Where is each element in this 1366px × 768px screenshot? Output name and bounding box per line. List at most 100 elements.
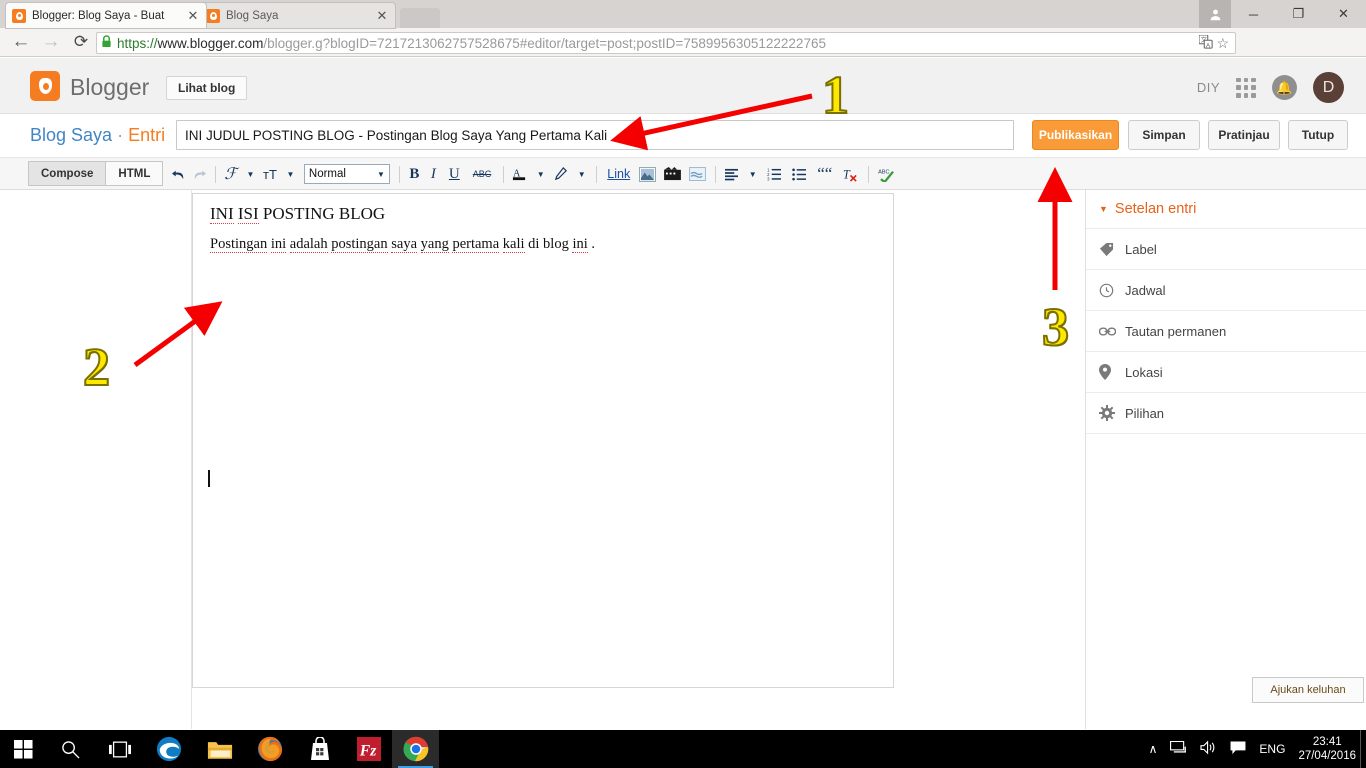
paragraph-format-value: Normal [308,168,346,180]
show-desktop-button[interactable] [1360,730,1366,768]
italic-button[interactable]: I [424,158,443,190]
language-indicator[interactable]: ENG [1259,742,1285,756]
close-icon[interactable]: ✕ [186,9,200,22]
brand-name: Blogger [70,74,150,100]
redo-icon[interactable] [189,158,210,190]
task-view-icon[interactable] [96,730,143,768]
clock-date: 27/04/2016 [1298,750,1356,762]
browser-tab-strip: Blogger: Blog Saya - Buat ✕ Blog Saya ✕ … [0,0,1366,28]
svg-text:3: 3 [767,176,770,180]
new-tab-button[interactable] [400,8,440,28]
remove-formatting-icon[interactable]: T [837,158,863,190]
link-button[interactable]: Link [602,158,635,190]
formatting-tools: ℱ ▼ ᴛT ▼ Normal ▼ B I U ABC A ▼ ▼ Link ▼… [168,158,899,190]
back-button[interactable]: ← [6,31,36,53]
post-editor-canvas[interactable]: INI ISI POSTING BLOG Postingan ini adala… [192,193,894,688]
maximize-button[interactable]: ❐ [1276,0,1321,28]
sidebar-item-lokasi[interactable]: Lokasi [1086,352,1366,393]
blockquote-icon[interactable]: ““ [812,158,837,190]
breadcrumb-separator: · [117,125,124,145]
sidebar-item-pilihan[interactable]: Pilihan [1086,393,1366,434]
numbered-list-icon[interactable]: 123 [762,158,787,190]
tab-compose[interactable]: Compose [28,161,107,186]
tray-chevron-icon[interactable]: ∧ [1149,742,1158,756]
browser-tab-1[interactable]: Blogger: Blog Saya - Buat ✕ [6,3,206,28]
star-icon[interactable]: ☆ [1216,35,1229,52]
reload-button[interactable]: ⟳ [66,32,96,52]
clock-icon [1099,283,1125,298]
filezilla-icon[interactable]: Fz [345,730,392,768]
text-color-icon[interactable]: A [509,158,530,190]
store-icon[interactable] [296,730,343,768]
align-left-icon[interactable] [721,158,742,190]
gear-icon [1099,405,1125,421]
font-family-icon[interactable]: ℱ [221,158,240,190]
apps-grid-icon[interactable] [1236,77,1256,98]
toolbar-separator [715,165,717,183]
sidebar-item-permalink[interactable]: Tautan permanen [1086,311,1366,352]
address-bar[interactable]: https://www.blogger.com/blogger.g?blogID… [96,32,1236,54]
close-icon[interactable]: ✕ [375,9,389,22]
chevron-down-icon[interactable]: ▼ [281,158,300,190]
browser-tab-title: Blogger: Blog Saya - Buat [32,9,165,22]
undo-icon[interactable] [168,158,189,190]
sidebar-item-label[interactable]: Label [1086,229,1366,270]
network-icon[interactable] [1170,740,1187,758]
firefox-icon[interactable] [246,730,293,768]
url-host: www.blogger.com [157,35,264,51]
save-button[interactable]: Simpan [1128,120,1200,150]
blogger-icon [12,8,26,23]
paragraph-format-select[interactable]: Normal ▼ [303,164,390,184]
breadcrumb-section: Entri [128,125,166,145]
insert-video-icon[interactable] [660,158,685,190]
toolbar-separator [596,165,598,183]
bold-button[interactable]: B [405,158,424,190]
spellcheck-icon[interactable]: ABC [874,158,899,190]
edge-icon[interactable] [145,730,192,768]
close-post-button[interactable]: Tutup [1288,120,1348,150]
bullet-list-icon[interactable] [787,158,812,190]
user-account-icon[interactable] [1199,0,1231,28]
jump-break-icon[interactable] [685,158,710,190]
account-name: DIY [1196,80,1220,95]
post-title-input[interactable] [176,120,1014,150]
chevron-down-icon[interactable]: ▼ [241,158,260,190]
bell-icon[interactable]: 🔔 [1272,75,1297,100]
browser-tab-2[interactable]: Blog Saya ✕ [200,3,395,28]
action-center-icon[interactable] [1230,740,1246,758]
view-blog-button[interactable]: Lihat blog [166,76,248,100]
browser-tab-title: Blog Saya [226,9,279,22]
chevron-down-icon[interactable]: ▼ [531,158,550,190]
volume-icon[interactable] [1200,740,1217,758]
preview-button[interactable]: Pratinjau [1208,120,1280,150]
minimize-button[interactable]: ─ [1231,0,1276,28]
sidebar-title[interactable]: ▼ Setelan entri [1086,190,1366,229]
folder-icon[interactable] [196,730,243,768]
clock[interactable]: 23:41 27/04/2016 [1298,735,1356,764]
chevron-down-icon[interactable]: ▼ [572,158,591,190]
browser-toolbar: ← → ⟳ https://www.blogger.com/blogger.g?… [0,28,1366,77]
translate-icon[interactable]: 文A [1198,34,1214,52]
insert-image-icon[interactable] [635,158,660,190]
forward-button[interactable]: → [36,31,66,53]
sidebar-item-text: Pilihan [1125,405,1165,421]
omnibox-icons: 文A ☆ [1198,34,1229,52]
page-content: Blogger Lihat blog DIY 🔔 D Blog Saya · E… [0,58,1366,730]
window-close-button[interactable]: ✕ [1321,0,1366,28]
avatar[interactable]: D [1313,72,1344,103]
tab-html[interactable]: HTML [106,161,164,186]
start-button[interactable] [0,730,47,768]
strikethrough-button[interactable]: ABC [466,158,499,190]
breadcrumb-blog[interactable]: Blog Saya [30,125,112,145]
tag-icon [1099,242,1125,257]
chrome-icon[interactable] [392,730,439,768]
feedback-button[interactable]: Ajukan keluhan [1252,677,1364,703]
chevron-down-icon[interactable]: ▼ [743,158,762,190]
sidebar-item-jadwal[interactable]: Jadwal [1086,270,1366,311]
font-size-icon[interactable]: ᴛT [260,158,280,190]
highlight-color-icon[interactable] [550,158,571,190]
search-icon[interactable] [47,730,94,768]
publish-button[interactable]: Publikasikan [1032,120,1119,150]
underline-button[interactable]: U [443,158,466,190]
sidebar-title-label: Setelan entri [1114,201,1197,217]
